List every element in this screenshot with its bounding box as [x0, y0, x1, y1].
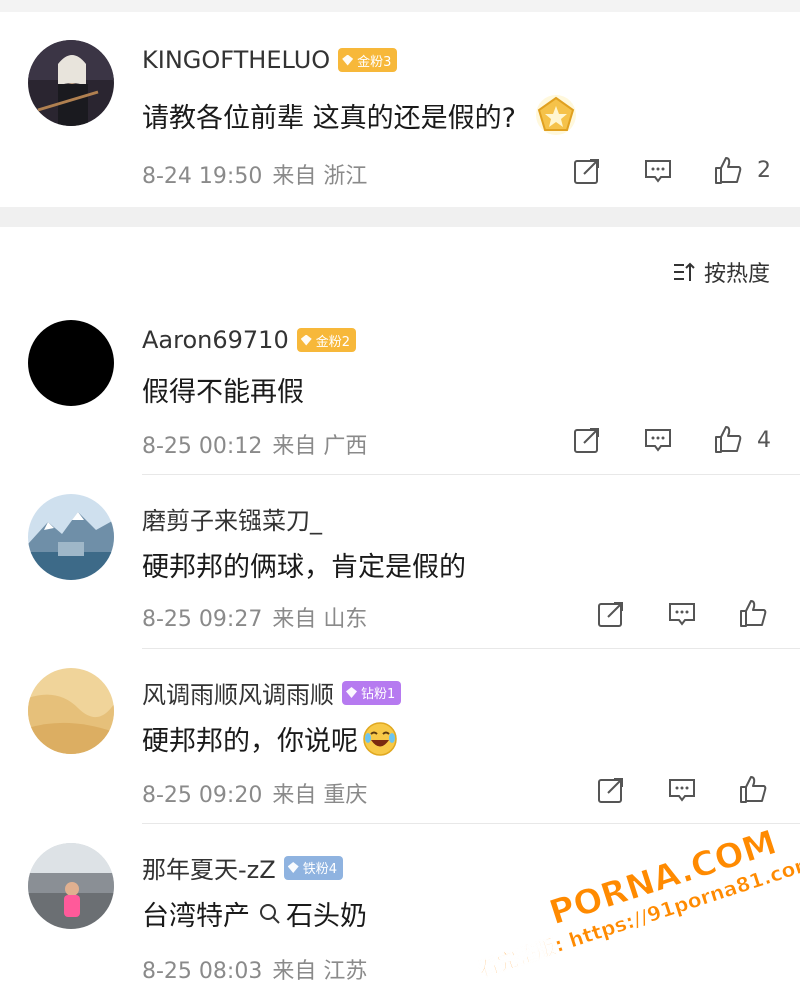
- comment-text-content: 硬邦邦的，你说呢: [142, 726, 358, 757]
- search-topic-link[interactable]: 石头奶: [286, 894, 367, 933]
- comment-text-content: 请教各位前辈 这真的还是假的?: [142, 102, 516, 134]
- like-count: 4: [757, 428, 771, 453]
- badge-label: 钻粉1: [361, 687, 396, 702]
- top-edge: [0, 0, 800, 12]
- watermark-title: PORNA.COM: [544, 822, 782, 934]
- diamond-icon: [342, 54, 354, 66]
- timestamp: 8-25 09:27: [142, 607, 263, 632]
- badge-label: 金粉2: [315, 334, 350, 350]
- fan-badge[interactable]: 金粉3: [338, 48, 398, 72]
- comment-icon[interactable]: [643, 425, 673, 455]
- like-icon[interactable]: [738, 598, 768, 628]
- location: 来自 重庆: [272, 783, 368, 808]
- comment-text-content: 假得不能再假: [142, 377, 304, 408]
- fan-badge[interactable]: 钻粉1: [342, 680, 402, 705]
- diamond-icon: [346, 687, 357, 698]
- comment-icon[interactable]: [667, 775, 697, 805]
- comment-text-content: 硬邦邦的俩球，肯定是假的: [142, 552, 466, 583]
- section-separator: [0, 207, 800, 227]
- avatar[interactable]: [28, 843, 114, 929]
- username[interactable]: 风调雨顺风调雨顺 钻粉1: [142, 675, 402, 710]
- timestamp: 8-25 00:12: [142, 434, 263, 459]
- comment-text-content: 台湾特产: [142, 901, 250, 932]
- username-text[interactable]: 风调雨顺风调雨顺: [142, 675, 334, 710]
- comment-text: 请教各位前辈 这真的还是假的?: [142, 92, 586, 138]
- comment-icon[interactable]: [667, 599, 697, 629]
- like-count: 2: [757, 158, 771, 183]
- comment-text: 假得不能再假: [142, 370, 304, 409]
- username[interactable]: 那年夏天-zZ 铁粉4: [142, 850, 343, 885]
- repost-icon[interactable]: [596, 775, 626, 805]
- comment-icon[interactable]: [643, 156, 673, 186]
- comment-meta: 8-25 09:20 来自 重庆: [142, 777, 377, 809]
- search-icon[interactable]: [258, 902, 282, 926]
- badge-label: 铁粉4: [302, 862, 337, 877]
- comment-meta: 8-24 19:50 来自 浙江: [142, 158, 377, 190]
- sort-icon: [673, 262, 695, 281]
- repost-icon[interactable]: [572, 425, 602, 455]
- diamond-icon: [300, 334, 312, 346]
- watermark: PORNA.COM 看完整版: https://91porna81.com: [470, 822, 800, 990]
- username-text[interactable]: 那年夏天-zZ: [142, 850, 276, 885]
- comment-meta: 8-25 09:27 来自 山东: [142, 601, 377, 633]
- fan-badge[interactable]: 铁粉4: [283, 855, 343, 880]
- comment-text: 硬邦邦的，你说呢: [142, 719, 398, 758]
- location: 来自 江苏: [272, 959, 368, 984]
- fan-badge[interactable]: 金粉2: [296, 328, 356, 352]
- repost-icon[interactable]: [572, 156, 602, 186]
- location: 来自 浙江: [272, 164, 368, 189]
- diamond-icon: [287, 862, 299, 873]
- sort-toggle[interactable]: 按热度: [672, 256, 770, 288]
- gold-pentagon-star-icon: [535, 95, 576, 135]
- laughing-crying-emoji-icon: [363, 721, 397, 756]
- repost-icon[interactable]: [596, 599, 626, 629]
- like-icon[interactable]: [713, 155, 743, 185]
- username[interactable]: 磨剪子来镪菜刀_: [142, 501, 322, 536]
- watermark-url: 看完整版: https://91porna81.com: [475, 850, 800, 982]
- divider: [142, 648, 800, 649]
- sort-label[interactable]: 按热度: [704, 256, 770, 288]
- username-text[interactable]: KINGOFTHELUO: [142, 46, 330, 74]
- username[interactable]: KINGOFTHELUO 金粉3: [142, 46, 398, 74]
- comment-meta: 8-25 08:03 来自 江苏: [142, 953, 377, 985]
- avatar[interactable]: [28, 320, 114, 406]
- location: 来自 山东: [272, 607, 368, 632]
- avatar[interactable]: [28, 668, 114, 754]
- avatar[interactable]: [28, 494, 114, 580]
- comment-text: 硬邦邦的俩球，肯定是假的: [142, 545, 466, 584]
- username-text[interactable]: Aaron69710: [142, 326, 289, 354]
- username[interactable]: Aaron69710 金粉2: [142, 326, 356, 354]
- comment-text: 台湾特产 石头奶: [142, 894, 367, 933]
- comment-meta: 8-25 00:12 来自 广西: [142, 428, 377, 460]
- location: 来自 广西: [272, 434, 368, 459]
- timestamp: 8-24 19:50: [142, 164, 263, 189]
- badge-label: 金粉3: [357, 54, 392, 70]
- timestamp: 8-25 08:03: [142, 959, 263, 984]
- avatar[interactable]: [28, 40, 114, 126]
- like-icon[interactable]: [738, 774, 768, 804]
- divider: [142, 474, 800, 475]
- username-text[interactable]: 磨剪子来镪菜刀_: [142, 501, 322, 536]
- timestamp: 8-25 09:20: [142, 783, 263, 808]
- like-icon[interactable]: [713, 424, 743, 454]
- divider: [142, 823, 800, 824]
